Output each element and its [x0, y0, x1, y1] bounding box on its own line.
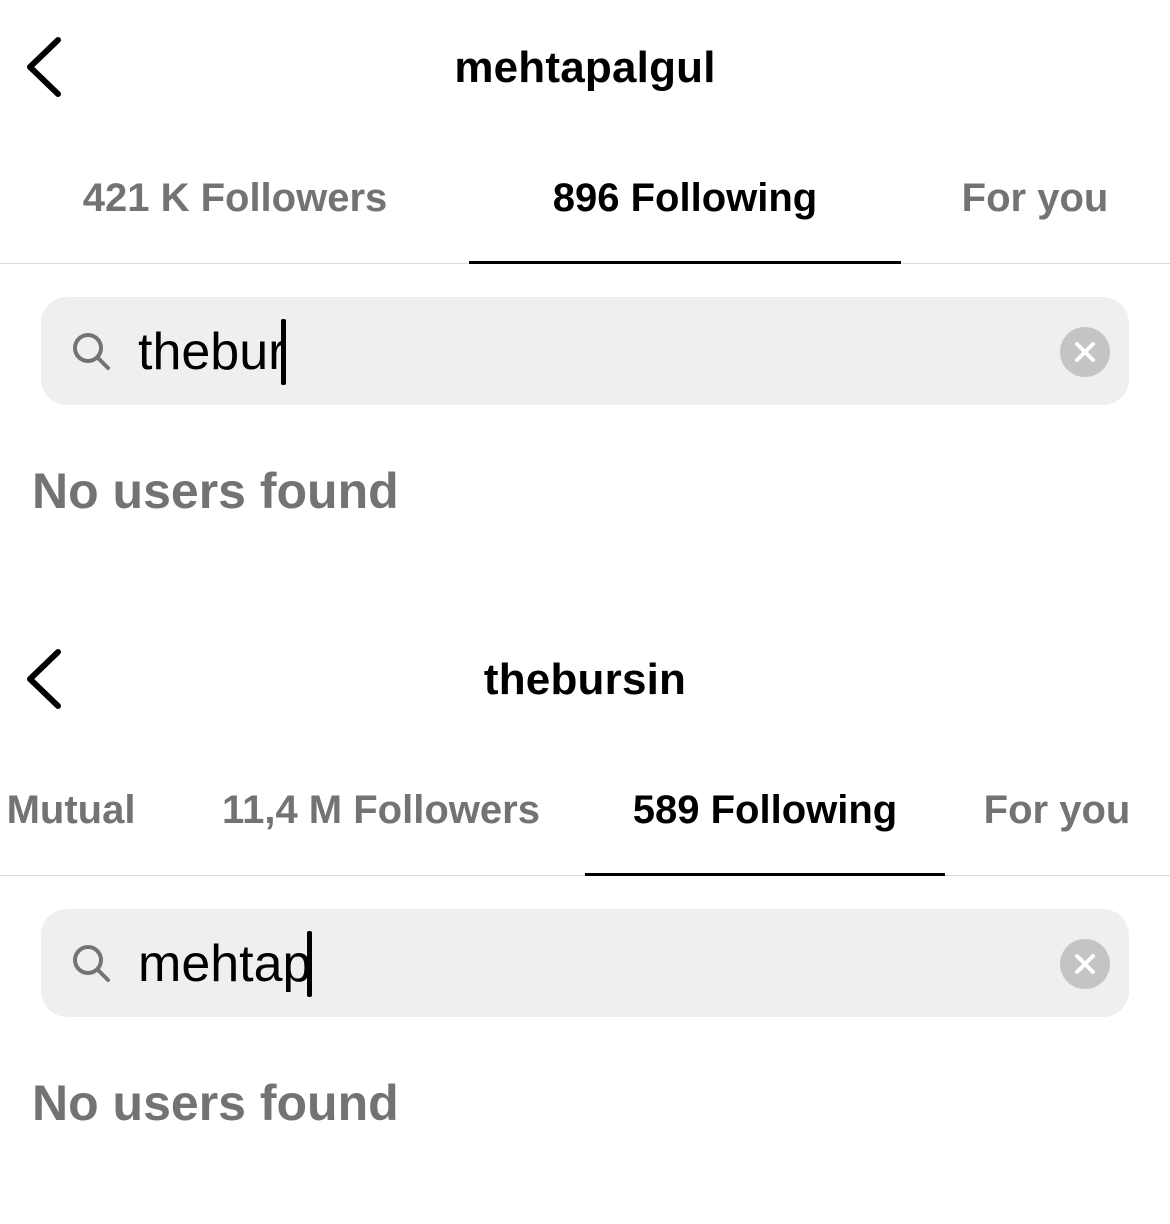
clear-search-button[interactable] [1060, 327, 1110, 377]
tab-label: 896 Following [552, 176, 818, 220]
tab-bar: 421 K Followers 896 Following For you [0, 136, 1170, 264]
tab-label: 589 Following [632, 788, 898, 832]
search-icon [73, 945, 110, 982]
following-panel-thebursin: thebursin Mutual 11,4 M Followers 589 Fo… [0, 612, 1170, 1224]
search-input[interactable]: mehtap [41, 909, 1129, 1017]
active-tab-indicator [469, 261, 901, 264]
search-value: thebur [138, 323, 286, 381]
tab-label: Mutual [6, 788, 136, 832]
tab-for-you[interactable]: For you [962, 748, 1152, 875]
following-panel-mehtapalgul: mehtapalgul 421 K Followers 896 Followin… [0, 0, 1170, 612]
tab-label: For you [983, 788, 1131, 832]
empty-state-message: No users found [32, 463, 399, 519]
page-title: thebursin [483, 655, 687, 704]
tab-following[interactable]: 896 Following [469, 136, 901, 264]
search-field-text[interactable]: mehtap [138, 931, 313, 997]
empty-state-message: No users found [32, 1075, 399, 1131]
text-caret [307, 931, 313, 997]
tab-bar: Mutual 11,4 M Followers 589 Following Fo… [0, 748, 1170, 876]
clear-icon [1075, 342, 1095, 362]
clear-search-button[interactable] [1060, 939, 1110, 989]
page-title: mehtapalgul [454, 43, 716, 92]
tab-for-you[interactable]: For you [940, 136, 1130, 263]
header: thebursin [0, 612, 1170, 748]
tab-label: 11,4 M Followers [222, 788, 540, 832]
tab-label: 421 K Followers [82, 176, 388, 220]
tab-label: For you [961, 176, 1109, 220]
header: mehtapalgul [0, 0, 1170, 136]
search-input[interactable]: thebur [41, 297, 1129, 405]
active-tab-indicator [585, 873, 945, 876]
tab-following[interactable]: 589 Following [585, 748, 945, 876]
tab-mutual[interactable]: Mutual [0, 748, 142, 875]
text-caret [281, 319, 287, 385]
search-value: mehtap [138, 935, 312, 993]
clear-icon [1075, 954, 1095, 974]
tab-followers[interactable]: 421 K Followers [60, 136, 410, 263]
search-field-text[interactable]: thebur [138, 319, 287, 385]
tab-followers[interactable]: 11,4 M Followers [196, 748, 566, 875]
search-icon [73, 333, 110, 370]
